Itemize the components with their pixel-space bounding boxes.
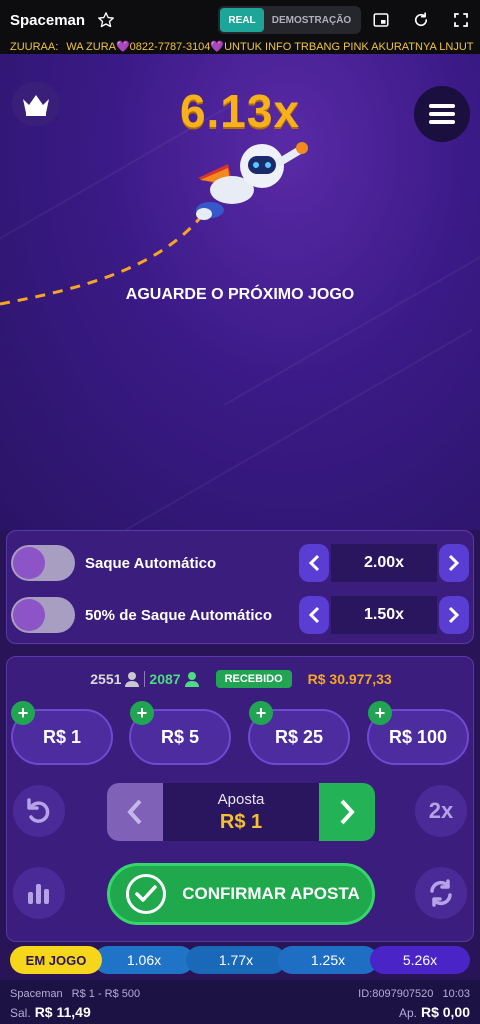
chevron-left-icon: [308, 606, 320, 624]
stake-stepper: Aposta R$ 1: [107, 783, 375, 841]
hamburger-icon: [429, 104, 455, 124]
decrease-button[interactable]: [299, 596, 329, 634]
total-received: R$ 30.977,33: [307, 671, 392, 687]
mode-real-button[interactable]: REAL: [220, 8, 264, 32]
toggle-knob: [13, 599, 45, 631]
bet-limits: R$ 1 - R$ 500: [71, 988, 141, 1000]
autoplay-icon: [430, 879, 452, 907]
chevron-right-icon: [340, 799, 355, 825]
double-button[interactable]: 2x: [415, 785, 467, 837]
round-info: ID:8097907520 10:03: [358, 988, 470, 1000]
received-badge: RECEBIDO: [215, 670, 292, 688]
auto-cashout-panel: Saque Automático 2.00x 50% de Saque Auto…: [6, 530, 474, 644]
plus-icon[interactable]: +: [11, 701, 35, 725]
refresh-icon[interactable]: [412, 11, 430, 29]
footer: Spaceman R$ 1 - R$ 500 Sal. R$ 11,49 ID:8…: [0, 980, 480, 1024]
history-live-badge: EM JOGO: [10, 946, 102, 974]
mode-demo-button[interactable]: DEMOSTRAÇÃO: [264, 15, 359, 26]
auto-cashout-value[interactable]: 2.00x: [331, 544, 437, 582]
chevron-left-icon: [308, 554, 320, 572]
half-cashout-label: 50% de Saque Automático: [85, 606, 272, 624]
half-cashout-toggle[interactable]: [11, 597, 75, 633]
clock: 10:03: [442, 988, 470, 1000]
stats-button[interactable]: [13, 867, 65, 919]
auto-cashout-toggle[interactable]: [11, 545, 75, 581]
auto-cashout-stepper: 2.00x: [299, 544, 469, 582]
fullscreen-icon[interactable]: [452, 11, 470, 29]
history-item: 1.25x: [278, 946, 378, 974]
undo-icon: [27, 798, 50, 823]
chevron-right-icon: [448, 554, 460, 572]
balance-value: R$ 11,49: [34, 1004, 91, 1020]
game-status-text: AGUARDE O PRÓXIMO JOGO: [125, 286, 355, 303]
app-title: Spaceman: [10, 11, 86, 29]
history-item: 1.06x: [94, 946, 194, 974]
players-count: 2551: [90, 671, 140, 687]
half-cashout-value[interactable]: 1.50x: [331, 596, 437, 634]
menu-button[interactable]: [414, 86, 470, 142]
autoplay-button[interactable]: [415, 867, 467, 919]
undo-button[interactable]: [13, 785, 65, 837]
user-icon: [125, 672, 140, 687]
half-cashout-row: 50% de Saque Automático 1.50x: [7, 593, 475, 637]
round-id: ID:8097907520: [358, 988, 434, 1000]
double-label: 2x: [428, 798, 454, 823]
cashed-value: 2087: [149, 671, 181, 687]
stake-label: Aposta: [217, 791, 265, 808]
marquee-label: ZUURAA:: [10, 41, 59, 53]
game-info: Spaceman R$ 1 - R$ 500: [10, 988, 140, 1000]
current-bet-value: R$ 0,00: [420, 1004, 470, 1020]
confirm-bet-button[interactable]: CONFIRMAR APOSTA: [107, 863, 375, 925]
plus-icon[interactable]: +: [130, 701, 154, 725]
game-name: Spaceman: [10, 988, 63, 1000]
increase-button[interactable]: [439, 596, 469, 634]
current-bet: Ap. R$ 0,00: [399, 1004, 470, 1020]
game-area: 6.13x AGUARDE O PRÓXIMO JOGO: [0, 54, 480, 530]
star-icon[interactable]: [97, 11, 115, 29]
history-item: 1.77x: [186, 946, 286, 974]
bar-chart-icon: [28, 884, 49, 904]
chevron-right-icon: [448, 606, 460, 624]
plus-icon[interactable]: +: [368, 701, 392, 725]
astronaut-icon: [196, 142, 308, 220]
announcement-marquee: ZUURAA: WA ZURA💜0822-7787-3104💜UNTUK INFO…: [0, 40, 480, 54]
mode-toggle: REAL DEMOSTRAÇÃO: [218, 6, 361, 34]
increase-button[interactable]: [439, 544, 469, 582]
round-stats: 2551 2087 RECEBIDO R$ 30.977,33: [7, 667, 475, 691]
history-item: 5.26x: [370, 946, 470, 974]
decrease-button[interactable]: [299, 544, 329, 582]
confirm-bet-label: CONFIRMAR APOSTA: [182, 884, 360, 903]
marquee-text: WA ZURA💜0822-7787-3104💜UNTUK INFO TRBANG…: [66, 41, 474, 53]
balance-label: Sal.: [10, 1006, 31, 1020]
plus-icon[interactable]: +: [249, 701, 273, 725]
user-icon: [184, 672, 199, 687]
chevron-left-icon: [127, 799, 142, 825]
current-bet-label: Ap.: [398, 1006, 417, 1020]
auto-cashout-row: Saque Automático 2.00x: [7, 541, 475, 585]
players-value: 2551: [90, 671, 122, 687]
top-bar: Spaceman REAL DEMOSTRAÇÃO: [0, 0, 480, 40]
auto-cashout-label: Saque Automático: [85, 554, 217, 572]
stake-decrease-button[interactable]: [107, 783, 163, 841]
multiplier-history: EM JOGO 1.06x 1.77x 1.25x 5.26x: [10, 946, 470, 974]
stake-increase-button[interactable]: [319, 783, 375, 841]
cashed-count: 2087: [144, 671, 199, 687]
current-multiplier: 6.13x: [179, 85, 301, 137]
stake-value[interactable]: R$ 1: [163, 811, 319, 834]
half-cashout-stepper: 1.50x: [299, 596, 469, 634]
check-icon: [126, 874, 166, 914]
pip-icon[interactable]: [372, 11, 390, 29]
toggle-knob: [13, 547, 45, 579]
balance: Sal. R$ 11,49: [10, 1004, 91, 1020]
bet-panel: 2551 2087 RECEBIDO R$ 30.977,33 R$ 1 + R…: [6, 656, 474, 942]
